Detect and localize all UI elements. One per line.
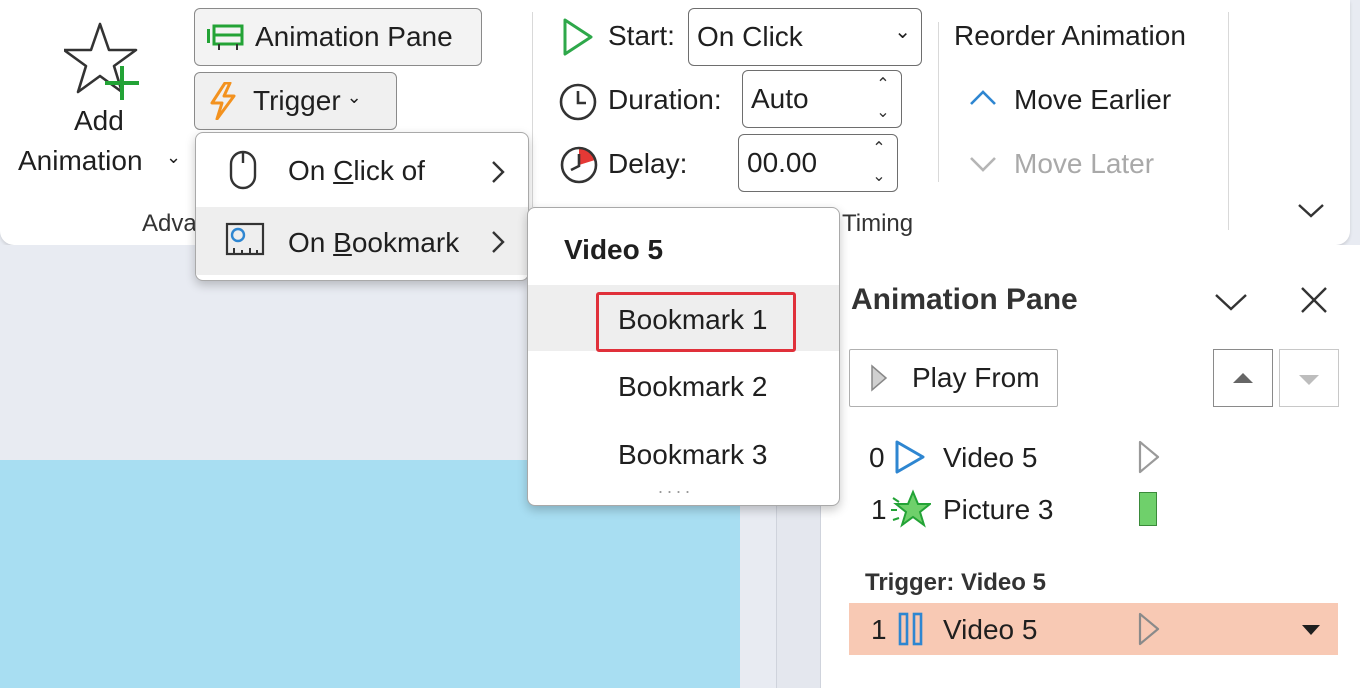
move-down-button[interactable]	[1279, 349, 1339, 407]
animation-list-item[interactable]: 0 Video 5	[821, 432, 1360, 482]
bookmark-item-label: Bookmark 2	[618, 371, 768, 402]
highlight-box	[596, 292, 796, 352]
resize-grip[interactable]: ....	[658, 478, 694, 496]
play-icon	[871, 364, 888, 392]
menu-item-on-click-of[interactable]: On Click of	[196, 137, 528, 203]
trigger-menu: On Click of On Bookmark	[195, 132, 529, 281]
animation-pane-button-label: Animation Pane	[255, 21, 453, 52]
delay-spinner[interactable]: ⌃ ⌄	[869, 141, 889, 185]
move-later-button[interactable]: Move Later	[962, 140, 1202, 190]
move-earlier-button[interactable]: Move Earlier	[962, 76, 1202, 126]
start-select[interactable]: On Click ⌄	[688, 8, 922, 66]
spin-down-icon[interactable]: ⌄	[876, 105, 889, 121]
animation-item-index: 0	[869, 442, 885, 473]
play-from-label: Play From	[912, 362, 1040, 393]
play-from-button[interactable]: Play From	[849, 349, 1058, 407]
animation-pane-button[interactable]: Animation Pane	[194, 8, 482, 66]
trigger-list-item[interactable]: 1 Video 5	[849, 603, 1338, 655]
chevron-down-icon: ⌄	[346, 86, 362, 107]
pause-icon	[898, 612, 923, 646]
animation-pane-title: Animation Pane	[851, 283, 1078, 316]
bookmark-icon	[225, 222, 265, 256]
add-animation-label-2: Animation	[18, 145, 143, 176]
play-triangle-icon	[563, 18, 593, 56]
triangle-down-icon	[1299, 375, 1319, 385]
animation-item-index: 1	[871, 614, 887, 645]
move-up-button[interactable]	[1213, 349, 1273, 407]
clock-icon	[559, 83, 597, 121]
menu-item-label: On Bookmark	[288, 227, 460, 258]
add-animation-label-1: Add	[74, 105, 124, 136]
chevron-up-icon	[970, 90, 996, 105]
ribbon-divider-2	[938, 22, 939, 182]
animation-pane: Animation Pane Play From 0 Video 5 1 Pic…	[820, 245, 1360, 688]
trigger-section-label: Trigger: Video 5	[865, 569, 1046, 596]
animation-pane-icon	[207, 24, 244, 50]
animation-item-index: 1	[871, 494, 887, 525]
star-add-icon	[64, 22, 139, 100]
duration-input[interactable]: Auto ⌃ ⌄	[742, 70, 902, 128]
triangle-up-icon	[1233, 373, 1253, 383]
play-icon	[895, 440, 925, 474]
trigger-button-label: Trigger	[253, 85, 341, 116]
delay-label: Delay:	[608, 148, 688, 179]
menu-item-label: On Click of	[288, 155, 425, 186]
bookmark-submenu-header: Video 5	[564, 234, 664, 265]
ribbon-divider-3	[1228, 12, 1229, 230]
spin-up-icon[interactable]: ⌃	[876, 77, 889, 93]
duration-value: Auto	[751, 83, 809, 114]
start-label: Start:	[608, 20, 675, 51]
move-later-label: Move Later	[1014, 148, 1155, 179]
start-select-value: On Click	[697, 21, 803, 52]
trigger-button[interactable]: Trigger ⌄	[194, 72, 397, 130]
advanced-group-label: Adva	[142, 210, 197, 237]
timing-group-label: Timing	[842, 210, 914, 237]
delay-input[interactable]: 00.00 ⌃ ⌄	[738, 134, 898, 192]
mouse-icon	[229, 150, 257, 190]
ribbon-expand-icon[interactable]	[1296, 200, 1326, 220]
animation-item-name: Picture 3	[943, 494, 1054, 525]
animation-item-name: Video 5	[943, 442, 1038, 473]
spin-down-icon[interactable]: ⌄	[872, 169, 885, 185]
bookmark-item-2[interactable]: Bookmark 2	[528, 354, 839, 420]
duration-spinner[interactable]: ⌃ ⌄	[873, 77, 893, 121]
move-earlier-label: Move Earlier	[1014, 84, 1172, 115]
chevron-down-icon	[970, 157, 996, 172]
chevron-right-icon	[492, 231, 505, 253]
spin-up-icon[interactable]: ⌃	[872, 141, 885, 157]
bookmark-item-label: Bookmark 3	[618, 439, 768, 470]
reorder-animation-title: Reorder Animation	[954, 20, 1186, 51]
clock-delay-icon	[560, 146, 598, 184]
chevron-down-icon[interactable]	[1213, 289, 1249, 315]
timeline-bar[interactable]	[1139, 492, 1157, 526]
ribbon-divider-1	[532, 12, 533, 207]
chevron-down-icon: ⌄	[166, 147, 182, 167]
duration-label: Duration:	[608, 84, 722, 115]
add-animation-button[interactable]: Add Animation ⌄	[14, 16, 184, 186]
chevron-down-icon: ⌄	[894, 21, 911, 43]
menu-item-on-bookmark[interactable]: On Bookmark	[196, 207, 528, 275]
timeline-play-icon	[1138, 440, 1160, 474]
timeline-play-icon	[1138, 612, 1160, 646]
star-burst-icon	[891, 489, 931, 528]
lightning-icon	[210, 82, 236, 120]
bookmark-submenu: Video 5 Bookmark 1 Bookmark 2 Bookmark 3…	[527, 207, 840, 506]
close-icon[interactable]	[1299, 285, 1329, 315]
dropdown-arrow-icon[interactable]	[1301, 624, 1321, 636]
chevron-right-icon	[492, 161, 505, 183]
delay-value: 00.00	[747, 147, 818, 178]
animation-item-name: Video 5	[943, 614, 1038, 645]
animation-list-item[interactable]: 1 Picture 3	[821, 484, 1360, 534]
